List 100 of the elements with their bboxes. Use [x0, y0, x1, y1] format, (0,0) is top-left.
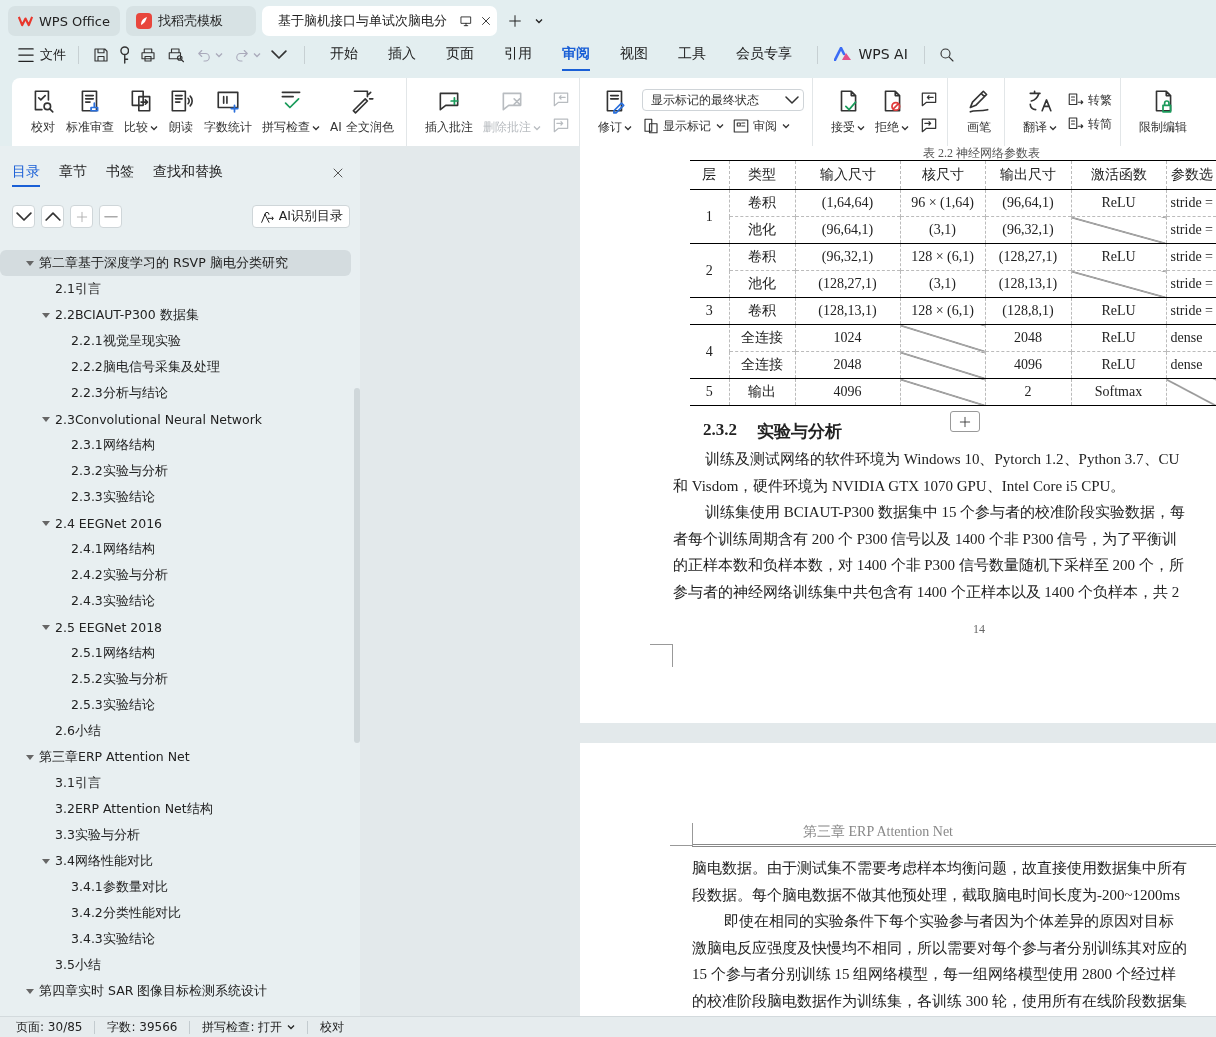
ribbon-button[interactable]: 拼写检查 [258, 84, 324, 140]
leaf-logo-icon [136, 13, 152, 29]
diagonal-cell [1166, 378, 1216, 406]
ribbon-button[interactable]: 插入批注 [420, 84, 477, 140]
ribbon-button[interactable]: 比较 [120, 84, 162, 140]
toc-item[interactable]: 2.5 EEGNet 2018 [0, 614, 351, 640]
toc-item[interactable]: 2.5.2实验与分析 [0, 666, 351, 692]
toc-item[interactable]: 2.5.1网络结构 [0, 640, 351, 666]
toc-item[interactable]: 2.4.1网络结构 [0, 536, 351, 562]
toc-item[interactable]: 2.3Convolutional Neural Network [0, 406, 351, 432]
table-cell: (96,32,1) [985, 216, 1071, 244]
ribbon-button[interactable]: 画笔 [961, 84, 996, 140]
ribbon-button[interactable]: 接受 [826, 84, 869, 140]
markup-mode-dropdown[interactable]: 显示标记的最终状态 [641, 89, 804, 111]
document-tab[interactable]: WPS Office [8, 6, 120, 36]
toc-item[interactable]: 2.4.2实验与分析 [0, 562, 351, 588]
toc-item[interactable]: 3.4.3实验结论 [0, 926, 351, 952]
ribbon-button[interactable]: 翻译 [1018, 84, 1061, 140]
add-row-button[interactable] [950, 411, 980, 432]
plus-icon [74, 209, 89, 224]
toc-item[interactable]: 2.3.2实验与分析 [0, 458, 351, 484]
document-tab[interactable]: 找稻壳模板 [126, 6, 256, 36]
toc-item[interactable]: 2.1引言 [0, 276, 351, 302]
ribbon-button[interactable]: 修订 [593, 84, 636, 140]
ribbon-button[interactable]: AI 全文润色 [326, 84, 398, 140]
toc-item[interactable]: 2.4 EEGNet 2016 [0, 510, 351, 536]
ai-toc-button[interactable]: AI识别目录 [251, 205, 350, 228]
ai-logo-icon [834, 47, 853, 61]
toc-item[interactable]: 2.2.2脑电信号采集及处理 [0, 354, 351, 380]
toggle-icon[interactable] [41, 518, 51, 528]
ai-button[interactable]: WPS AI [834, 40, 908, 70]
scrollbar[interactable] [354, 388, 360, 743]
print-icon [139, 46, 158, 64]
table-cell: 4096 [985, 351, 1071, 379]
ribbon-tab[interactable]: 开始 [330, 39, 359, 71]
toc-item[interactable]: 3.3实验与分析 [0, 822, 351, 848]
toggle-icon[interactable] [25, 986, 35, 996]
ribbon-button[interactable]: 校对 [26, 84, 60, 140]
ribbon-tab[interactable]: 引用 [504, 39, 533, 71]
toc-item[interactable]: 第二章基于深度学习的 RSVP 脑电分类研究 [0, 250, 351, 276]
body-text-line: 的校准阶段脑电数据作为训练集，各训练 300 轮，使用所有在线阶段数据集 [692, 991, 1188, 1011]
spellcheck-dropdown[interactable]: 拼写检查: 打开 [202, 1018, 296, 1036]
table-cell: 128 × (6,1) [900, 243, 985, 271]
toc-item[interactable]: 3.4网络性能对比 [0, 848, 351, 874]
toc-item[interactable]: 2.5.3实验结论 [0, 692, 351, 718]
ribbon-tab[interactable]: 插入 [388, 39, 417, 71]
toggle-icon[interactable] [41, 622, 51, 632]
ribbon-button[interactable]: 限制编辑 [1134, 84, 1191, 140]
toc-item[interactable]: 2.2.3分析与结论 [0, 380, 351, 406]
ribbon-tab[interactable]: 审阅 [562, 39, 591, 71]
collapse-button[interactable] [41, 205, 64, 228]
ribbon-button[interactable]: 转简 [1066, 115, 1112, 133]
table-cell: 池化 [729, 216, 795, 244]
sidebar-tab[interactable]: 目录 [12, 159, 40, 187]
ribbon-button[interactable]: 朗读 [164, 84, 198, 140]
sidebar-tab[interactable]: 查找和替换 [153, 159, 223, 187]
ribbon-button[interactable]: 审阅 [731, 117, 790, 135]
table-cell: 卷积 [729, 243, 795, 271]
toc-item[interactable]: 第四章实时 SAR 图像目标检测系统设计 [0, 978, 351, 1004]
toc-item[interactable]: 第三章ERP Attention Net [0, 744, 351, 770]
toc-item[interactable]: 3.2ERP Attention Net结构 [0, 796, 351, 822]
table-cell: (96,64,1) [795, 216, 900, 244]
table-cell: (128,27,1) [795, 270, 900, 298]
table-cell: 2048 [985, 324, 1071, 352]
table-cell: 2 [690, 243, 729, 298]
toc-item[interactable]: 2.6小结 [0, 718, 351, 744]
toc-item[interactable]: 3.4.2分类性能对比 [0, 900, 351, 926]
toggle-icon[interactable] [41, 310, 51, 320]
toc-item[interactable]: 2.2.1视觉呈现实验 [0, 328, 351, 354]
file-menu-button[interactable]: 文件 [16, 42, 68, 68]
proofread-button[interactable]: 校对 [320, 1018, 345, 1036]
ribbon-button[interactable]: 标准审查 [62, 84, 118, 140]
toc-item[interactable]: 3.4.1参数量对比 [0, 874, 351, 900]
caret-icon [287, 1024, 296, 1030]
ribbon-tab[interactable]: 工具 [678, 39, 707, 71]
sidebar-tab[interactable]: 章节 [59, 159, 87, 187]
toc-item[interactable]: 2.4.3实验结论 [0, 588, 351, 614]
ribbon-button[interactable]: 拒绝 [870, 84, 913, 140]
toc-item[interactable]: 2.3.1网络结构 [0, 432, 351, 458]
column-header: 参数选 [1166, 160, 1216, 190]
toggle-icon[interactable] [25, 258, 35, 268]
ribbon-tab[interactable]: 会员专享 [736, 39, 793, 71]
toc-item[interactable]: 3.5小结 [0, 952, 351, 978]
toc-item[interactable]: 2.3.3实验结论 [0, 484, 351, 510]
table-cell: 128 × (6,1) [900, 297, 985, 325]
ribbon-button[interactable]: 字数统计 [200, 84, 256, 140]
document-tab[interactable]: 基于脑机接口与单试次脑电分 [262, 6, 497, 36]
toggle-icon[interactable] [41, 414, 51, 424]
ribbon-tab[interactable]: 页面 [446, 39, 475, 71]
ribbon-tab[interactable]: 视图 [620, 39, 649, 71]
toc-item[interactable]: 3.1引言 [0, 770, 351, 796]
ribbon-button[interactable]: 显示标记 [641, 117, 724, 135]
table-caption: 表 2.2 神经网络参数表 [922, 146, 1041, 160]
toc-item[interactable]: 2.2BCIAUT-P300 数据集 [0, 302, 351, 328]
toggle-icon[interactable] [41, 856, 51, 866]
expand-button[interactable] [12, 205, 35, 228]
sidebar-tab[interactable]: 书签 [106, 159, 134, 187]
ribbon-button[interactable]: 转繁 [1066, 91, 1112, 109]
toggle-icon[interactable] [25, 752, 35, 762]
page-number: 14 [972, 621, 986, 637]
